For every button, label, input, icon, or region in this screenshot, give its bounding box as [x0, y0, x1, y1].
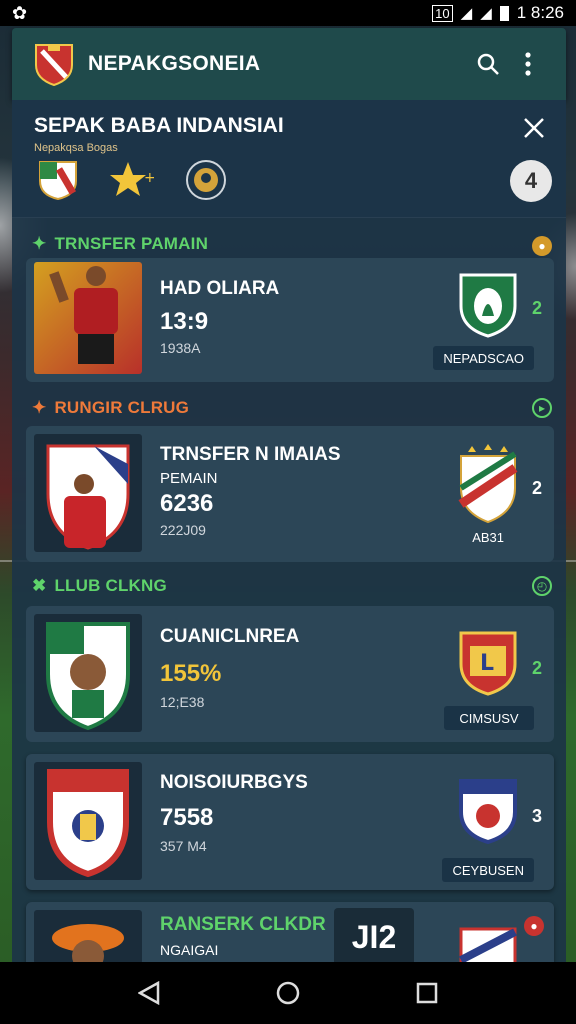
percentage-value: 155%: [160, 660, 222, 687]
notification-dot-icon: ●: [524, 916, 544, 936]
wifi-icon: ◢: [460, 5, 473, 22]
club-meta: 357 M4: [160, 838, 207, 854]
star-favorites-icon[interactable]: +: [110, 158, 154, 202]
rank-number: 3: [531, 806, 542, 826]
card-category-label: TRNSFER PAMAIN: [54, 234, 209, 253]
card-title: RANSERK CLKDR: [160, 914, 326, 935]
clock-icon[interactable]: ◴: [532, 576, 552, 596]
section-title: SEPAK BABA INDANSIAI: [34, 114, 284, 137]
club-crest-icon: L: [459, 631, 517, 696]
ranking-meta: 222J09: [160, 522, 206, 538]
app-bar: NEPAKGSONEIA: [12, 28, 566, 100]
signal-icon: ◢: [480, 5, 492, 22]
club-ranking-card[interactable]: ✖ LLUB CLKNG ◴ CUANICLNREA 155% 12;E38 L …: [26, 574, 554, 742]
club-ranking-card[interactable]: ✦ RUNGIR CLRUG ▸ TRNSFER N IMAIAS PEMAIN …: [26, 396, 554, 562]
section-subtitle: Nepakqsa Bogas: [34, 142, 118, 154]
rank-number: 2: [531, 658, 542, 678]
card-category-label: RUNGIR CLRUG: [54, 398, 190, 417]
club-crest-icon: [459, 927, 517, 964]
svg-text:+: +: [144, 170, 154, 186]
status-bar: ✿ 10 ◢ ◢ 1 8:26: [0, 0, 576, 26]
spark-icon: ✦: [32, 398, 47, 417]
card-category: ✦ TRNSFER PAMAIN: [32, 234, 208, 254]
card-body: CUANICLNREA 155% 12;E38 L 2 CIMSUSV: [26, 606, 554, 742]
card-title: TRNSFER N IMAIAS: [160, 444, 341, 465]
filter-icons: +: [36, 158, 228, 202]
card-category-label: LLUB CLKNG: [54, 576, 167, 595]
notification-icon: ✿: [12, 2, 28, 23]
player-photo: [34, 434, 142, 552]
player-photo: [34, 614, 142, 732]
card-subtitle: PEMAIN: [160, 470, 218, 487]
app-logo-icon: [34, 41, 74, 87]
transfer-card[interactable]: RANSERK CLKDR NGAIGAI JI2 ●: [26, 902, 554, 966]
close-icon[interactable]: [516, 110, 552, 146]
section-header: SEPAK BABA INDANSIAI Nepakqsa Bogas + 4: [12, 100, 566, 218]
main-panel: SEPAK BABA INDANSIAI Nepakqsa Bogas + 4 …: [12, 100, 566, 966]
club-value: 7558: [160, 804, 214, 831]
rank-number: 2: [531, 298, 542, 318]
card-title: NOISOIURBGYS: [160, 772, 308, 793]
home-icon[interactable]: [268, 973, 308, 1013]
transfer-meta: 1938A: [160, 340, 201, 356]
card-category: ✦ RUNGIR CLRUG: [32, 398, 189, 418]
club-name-tag[interactable]: AB31: [472, 530, 504, 545]
ranking-meta: 12;E38: [160, 694, 205, 710]
ranking-value: 6236: [160, 490, 214, 517]
club-name-tag[interactable]: NEPADSCAO: [433, 346, 534, 370]
club-filter-icon[interactable]: [36, 158, 80, 202]
play-icon[interactable]: ▸: [532, 398, 552, 418]
club-crest-icon: [459, 779, 517, 844]
coin-icon: ●: [532, 236, 552, 256]
refresh-button[interactable]: 4: [510, 160, 552, 202]
rank-number: 2: [531, 478, 542, 498]
club-crest-icon: [459, 273, 517, 338]
more-menu-icon[interactable]: [508, 44, 548, 84]
search-icon[interactable]: [468, 44, 508, 84]
app-title: NEPAKGSONEIA: [88, 52, 261, 75]
card-body: TRNSFER N IMAIAS PEMAIN 6236 222J09 2 AB…: [26, 426, 554, 562]
recents-icon[interactable]: [407, 973, 447, 1013]
transfer-card[interactable]: ✦ TRNSFER PAMAIN ● HAD OLIARA 13:9 1938A …: [26, 230, 554, 382]
transfer-value: 13:9: [160, 308, 209, 335]
battery-icon: [499, 5, 509, 21]
card-category: ✖ LLUB CLKNG: [32, 576, 167, 596]
card-title: CUANICLNREA: [160, 626, 300, 647]
card-subtitle: NGAIGAI: [160, 942, 219, 958]
club-card[interactable]: NOISOIURBGYS 7558 357 M4 3 CEYBUSEN: [26, 754, 554, 890]
club-name-tag[interactable]: CEYBUSEN: [442, 858, 534, 882]
svg-text:L: L: [480, 651, 494, 676]
navigation-bar: [0, 962, 576, 1024]
league-badge-icon[interactable]: [184, 158, 228, 202]
jersey-number-badge: JI2: [334, 908, 414, 966]
card-body: HAD OLIARA 13:9 1938A 2 NEPADSCAO: [26, 258, 554, 382]
cross-icon: ✖: [32, 576, 47, 595]
plus-icon: ✦: [32, 234, 47, 253]
back-icon[interactable]: [129, 973, 169, 1013]
clock: 1 8:26: [516, 3, 564, 22]
club-photo: [34, 762, 142, 880]
player-name: HAD OLIARA: [160, 278, 280, 299]
club-name-tag[interactable]: CIMSUSV: [444, 706, 534, 730]
player-photo: [34, 910, 142, 964]
player-photo: [34, 262, 142, 374]
status-extra: 10: [432, 4, 453, 22]
club-crest-icon: [458, 444, 518, 524]
